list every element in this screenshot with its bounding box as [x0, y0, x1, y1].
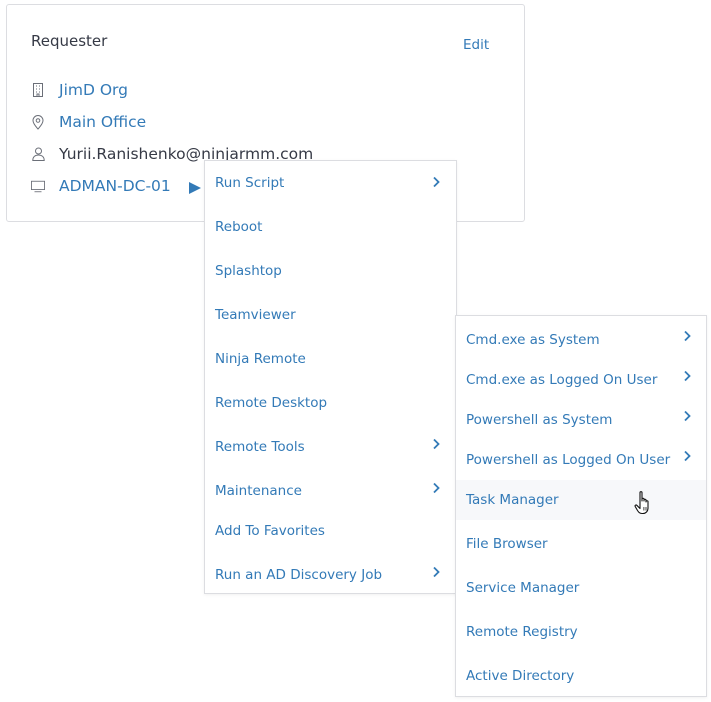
organization-row: JimD Org [31, 79, 128, 101]
menu-item-ninja-remote[interactable]: Ninja Remote [205, 339, 456, 379]
menu-item-label: Splashtop [215, 263, 282, 279]
menu-item-label: Add To Favorites [215, 523, 325, 539]
menu-item-powershell-logged-on-user[interactable]: Powershell as Logged On User [456, 440, 706, 480]
menu-item-run-script[interactable]: Run Script [205, 163, 456, 203]
menu-item-label: File Browser [466, 536, 548, 552]
menu-item-label: Cmd.exe as System [466, 332, 600, 348]
hand-pointer-icon [634, 490, 654, 516]
device-row: ADMAN-DC-01 [31, 175, 171, 197]
chevron-right-icon [682, 370, 692, 382]
monitor-icon [31, 178, 45, 194]
menu-item-service-manager[interactable]: Service Manager [456, 568, 706, 608]
menu-item-label: Run an AD Discovery Job [215, 567, 383, 583]
chevron-right-icon [431, 438, 441, 450]
menu-item-label: Cmd.exe as Logged On User [466, 372, 658, 388]
menu-item-label: Reboot [215, 219, 263, 235]
menu-item-task-manager[interactable]: Task Manager [456, 480, 706, 520]
menu-item-active-directory[interactable]: Active Directory [456, 656, 706, 696]
menu-item-remote-desktop[interactable]: Remote Desktop [205, 383, 456, 423]
menu-item-remote-tools[interactable]: Remote Tools [205, 427, 456, 467]
location-row: Main Office [31, 111, 146, 133]
menu-item-label: Teamviewer [215, 307, 296, 323]
menu-item-cmd-logged-on-user[interactable]: Cmd.exe as Logged On User [456, 360, 706, 400]
menu-item-powershell-system[interactable]: Powershell as System [456, 400, 706, 440]
menu-item-label: Run Script [215, 175, 285, 191]
menu-item-label: Active Directory [466, 668, 575, 684]
menu-item-label: Maintenance [215, 483, 302, 499]
map-pin-icon [31, 114, 45, 130]
chevron-right-icon [682, 410, 692, 422]
menu-item-cmd-system[interactable]: Cmd.exe as System [456, 320, 706, 360]
menu-item-maintenance[interactable]: Maintenance [205, 471, 456, 511]
menu-item-label: Service Manager [466, 580, 580, 596]
menu-item-label: Powershell as System [466, 412, 613, 428]
user-icon [31, 146, 45, 162]
menu-item-label: Remote Tools [215, 439, 305, 455]
menu-item-splashtop[interactable]: Splashtop [205, 251, 456, 291]
menu-item-label: Remote Registry [466, 624, 578, 640]
remote-tools-submenu: Cmd.exe as System Cmd.exe as Logged On U… [455, 315, 707, 697]
menu-item-file-browser[interactable]: File Browser [456, 524, 706, 564]
chevron-right-icon [682, 330, 692, 342]
chevron-right-icon [431, 482, 441, 494]
menu-item-remote-registry[interactable]: Remote Registry [456, 612, 706, 652]
menu-item-label: Remote Desktop [215, 395, 328, 411]
menu-item-add-to-favorites[interactable]: Add To Favorites [205, 511, 456, 551]
device-actions-menu: Run Script Reboot Splashtop Teamviewer N… [204, 160, 457, 594]
location-link[interactable]: Main Office [59, 113, 146, 131]
organization-link[interactable]: JimD Org [59, 81, 128, 99]
menu-item-teamviewer[interactable]: Teamviewer [205, 295, 456, 335]
device-link[interactable]: ADMAN-DC-01 [59, 177, 171, 195]
chevron-right-icon [431, 176, 441, 188]
menu-item-label: Task Manager [466, 492, 559, 508]
building-icon [31, 82, 45, 98]
card-title: Requester [31, 32, 108, 50]
chevron-right-icon [431, 566, 441, 578]
menu-item-run-ad-discovery-job[interactable]: Run an AD Discovery Job [205, 555, 456, 595]
menu-item-reboot[interactable]: Reboot [205, 207, 456, 247]
menu-item-label: Powershell as Logged On User [466, 452, 671, 468]
edit-link[interactable]: Edit [463, 37, 489, 53]
chevron-right-icon [682, 450, 692, 462]
menu-item-label: Ninja Remote [215, 351, 306, 367]
play-icon[interactable] [188, 180, 202, 194]
